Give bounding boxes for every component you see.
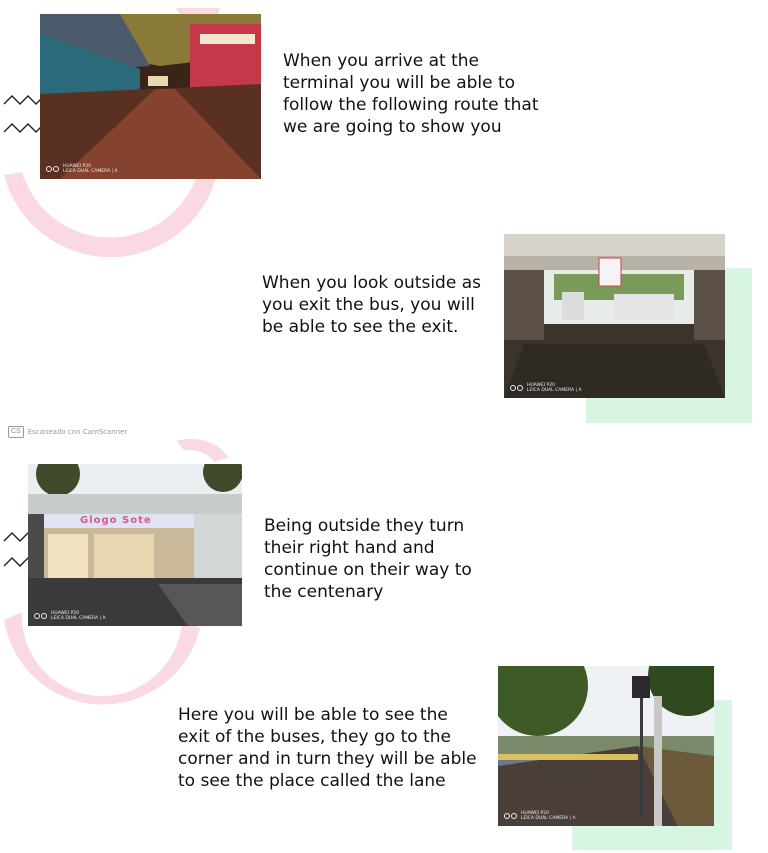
storefront-photo: Glogo Sote HUAWEI P20 LEICA DUAL CAMERA |… bbox=[28, 464, 242, 626]
bus-exit-photo: HUAWEI P20 LEICA DUAL CAMERA | A bbox=[504, 234, 725, 398]
camera-watermark: HUAWEI P20 LEICA DUAL CAMERA | A bbox=[504, 811, 576, 821]
caption-3: Being outside they turn their right hand… bbox=[264, 516, 472, 602]
watermark-text: Escaneado con CamScanner bbox=[27, 428, 128, 436]
caption-4: Here you will be able to see the exit of… bbox=[178, 705, 477, 791]
storefront-sign: Glogo Sote bbox=[80, 515, 152, 526]
camscanner-logo: CS bbox=[8, 426, 24, 438]
caption-1: When you arrive at the terminal you will… bbox=[283, 51, 539, 137]
camera-watermark: HUAWEI P20 LEICA DUAL CAMERA | A bbox=[510, 383, 582, 393]
camera-watermark: HUAWEI P20 LEICA DUAL CAMERA | A bbox=[34, 611, 106, 621]
terminal-interior-photo: HUAWEI P20 LEICA DUAL CAMERA | A bbox=[40, 14, 261, 179]
scanner-watermark: CS Escaneado con CamScanner bbox=[8, 426, 127, 438]
bus-lane-photo: HUAWEI P20 LEICA DUAL CAMERA | A bbox=[498, 666, 714, 826]
camera-watermark: HUAWEI P20 LEICA DUAL CAMERA | A bbox=[46, 164, 118, 174]
caption-2: When you look outside as you exit the bu… bbox=[262, 273, 481, 337]
